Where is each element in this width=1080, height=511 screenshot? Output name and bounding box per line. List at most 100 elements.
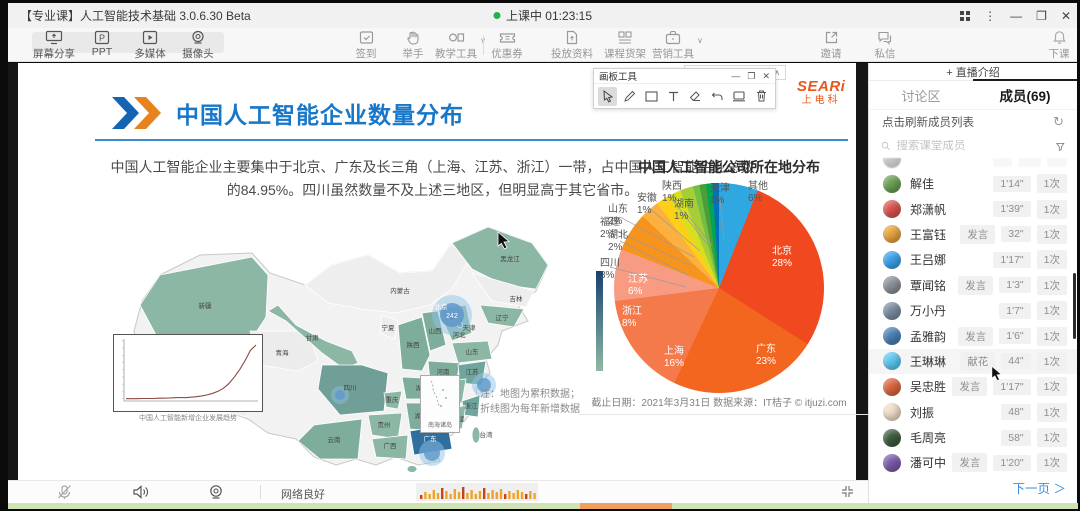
search-icon — [881, 140, 890, 152]
app-title: 【专业课】人工智能技术基础 3.0.6.30 Beta — [8, 7, 251, 24]
member-row[interactable]: 解佳1'14"1次 — [869, 171, 1077, 196]
member-row[interactable]: 毛周亮58"1次 — [869, 425, 1077, 450]
camera-icon — [190, 30, 206, 45]
more-menu-icon[interactable]: ⋮ — [984, 10, 996, 22]
panel-minimize-icon[interactable]: — — [731, 71, 740, 82]
pie-slice-label: 天津1% — [710, 183, 730, 207]
pie-chart-title: 中国人工智能公司所在地分布 — [600, 157, 858, 177]
marketing-button[interactable]: 营销工具 ∨ — [645, 30, 701, 61]
member-name: 孟雅韵 — [910, 328, 946, 345]
speak-count-badge: 1次 — [1037, 327, 1067, 346]
speak-action-badge[interactable]: 献花 — [960, 352, 995, 371]
speak-action-badge[interactable]: 发言 — [958, 276, 993, 295]
panel-close-icon[interactable]: ✕ — [762, 71, 770, 82]
member-row[interactable] — [869, 158, 1077, 171]
media-icon — [142, 30, 158, 45]
member-row[interactable]: 王富钰发言32"1次 — [869, 222, 1077, 247]
province-label: 台湾 — [480, 430, 494, 439]
province-label: 广西 — [384, 441, 398, 450]
avatar — [883, 251, 901, 269]
avatar — [883, 175, 901, 193]
speak-action-badge[interactable]: 发言 — [958, 327, 993, 346]
pie-slice-label: 湖南1% — [674, 199, 694, 223]
pie-slice-label: 广东23% — [756, 344, 776, 368]
speak-time-badge: 1'20" — [993, 455, 1030, 471]
speaker-icon[interactable] — [132, 484, 149, 500]
rectangle-tool-icon[interactable] — [642, 87, 661, 106]
mic-muted-icon[interactable] — [56, 484, 73, 500]
dm-button[interactable]: 私信 — [857, 30, 913, 61]
filter-funnel-icon[interactable] — [1056, 141, 1065, 152]
speak-count-badge: 1次 — [1037, 250, 1067, 269]
live-intro-tab[interactable]: + 直播介绍 — [869, 63, 1077, 81]
scrollbar-thumb[interactable] — [1073, 273, 1076, 339]
next-page-link[interactable]: 下一页 ＞ — [1013, 478, 1067, 497]
province-label: 陕西 — [407, 340, 421, 349]
member-row[interactable]: 郑潇帆1'39"1次 — [869, 196, 1077, 221]
materials-button[interactable]: 投放资料 — [544, 30, 600, 61]
briefcase-icon — [665, 30, 681, 45]
member-row[interactable]: 覃闻铭发言1'3"1次 — [869, 273, 1077, 298]
share-out-icon — [824, 30, 839, 45]
trend-inset-chart — [113, 334, 263, 412]
member-name: 毛周亮 — [910, 429, 946, 446]
close-button[interactable]: ✕ — [1061, 10, 1071, 22]
restore-button[interactable]: ❐ — [1036, 10, 1047, 22]
shelf-icon — [617, 30, 633, 45]
panel-restore-icon[interactable]: ❐ — [747, 71, 755, 82]
titlebar: 【专业课】人工智能技术基础 3.0.6.30 Beta 上课中 01:23:15… — [8, 3, 1077, 28]
teaching-tools-button[interactable]: 教学工具 ∨ — [428, 30, 484, 61]
webcam-icon[interactable] — [208, 484, 224, 500]
member-name: 吴忠胜 — [910, 378, 946, 395]
speak-action-badge[interactable]: 发言 — [960, 225, 995, 244]
speak-action-badge[interactable]: 发言 — [952, 377, 987, 396]
pie-slice-label: 江苏6% — [628, 274, 648, 298]
select-tool-icon[interactable] — [598, 87, 617, 106]
fit-screen-icon[interactable] — [841, 485, 854, 501]
refresh-icon[interactable]: ↻ — [1053, 114, 1064, 130]
speak-action-badge[interactable] — [993, 158, 1013, 167]
member-search-row — [869, 134, 1077, 158]
webcam-button[interactable]: 摄像头 — [170, 30, 226, 61]
refresh-members-row[interactable]: 点击刷新成员列表 ↻ — [869, 110, 1077, 134]
undo-tool-icon[interactable] — [708, 87, 727, 106]
partial-member-row — [869, 158, 1077, 171]
search-input[interactable] — [896, 140, 1050, 152]
speak-count-badge — [1047, 158, 1067, 167]
end-class-button[interactable]: 下课 — [1031, 30, 1080, 61]
member-row[interactable]: 王吕娜1'17"1次 — [869, 247, 1077, 272]
tab-members[interactable]: 成员(69) — [973, 81, 1077, 109]
minimize-button[interactable]: — — [1010, 10, 1022, 22]
invite-button[interactable]: 邀请 — [803, 30, 859, 61]
speak-count-badge: 1次 — [1037, 225, 1067, 244]
speak-time-badge: 48" — [1001, 404, 1030, 420]
speak-action-badge[interactable]: 发言 — [952, 453, 987, 472]
member-name: 王琳琳 — [910, 353, 946, 370]
text-tool-icon[interactable] — [664, 87, 683, 106]
member-row[interactable]: 刘振48"1次 — [869, 400, 1077, 425]
province-label: 广东 — [424, 434, 438, 443]
avatar — [883, 158, 901, 168]
trend-chart-caption: 中国人工智能新增企业发展趋势 — [113, 413, 263, 423]
pencil-tool-icon[interactable] — [620, 87, 639, 106]
tab-discussion[interactable]: 讨论区 — [869, 81, 973, 109]
province-label: 内蒙古 — [390, 286, 410, 295]
province-label: 北京 — [435, 302, 449, 311]
member-row[interactable]: 万小丹1'7"1次 — [869, 298, 1077, 323]
apps-grid-icon[interactable] — [960, 11, 970, 21]
member-row[interactable]: 王琳琳献花44"1次 — [869, 349, 1077, 374]
trash-tool-icon[interactable] — [752, 87, 771, 106]
province-label: 宁夏 — [382, 323, 396, 332]
avatar — [883, 403, 901, 421]
pie-chart-footer: 截止日期：2021年3月31日 数据来源：IT桔子 © itjuzi.com — [560, 394, 878, 409]
member-name: 刘振 — [910, 404, 934, 421]
speak-time-badge: 1'7" — [999, 303, 1030, 319]
eraser-tool-icon[interactable] — [686, 87, 705, 106]
screen-tool-icon[interactable] — [730, 87, 749, 106]
speak-time-badge: 1'17" — [993, 252, 1030, 268]
member-row[interactable]: 潘可中发言1'20"1次 — [869, 450, 1077, 475]
coupon-button[interactable]: 优惠券 — [479, 30, 535, 61]
member-row[interactable]: 吴忠胜发言1'17"1次 — [869, 374, 1077, 399]
member-row[interactable]: 孟雅韵发言1'6"1次 — [869, 323, 1077, 348]
province-label: 山东 — [466, 347, 480, 356]
